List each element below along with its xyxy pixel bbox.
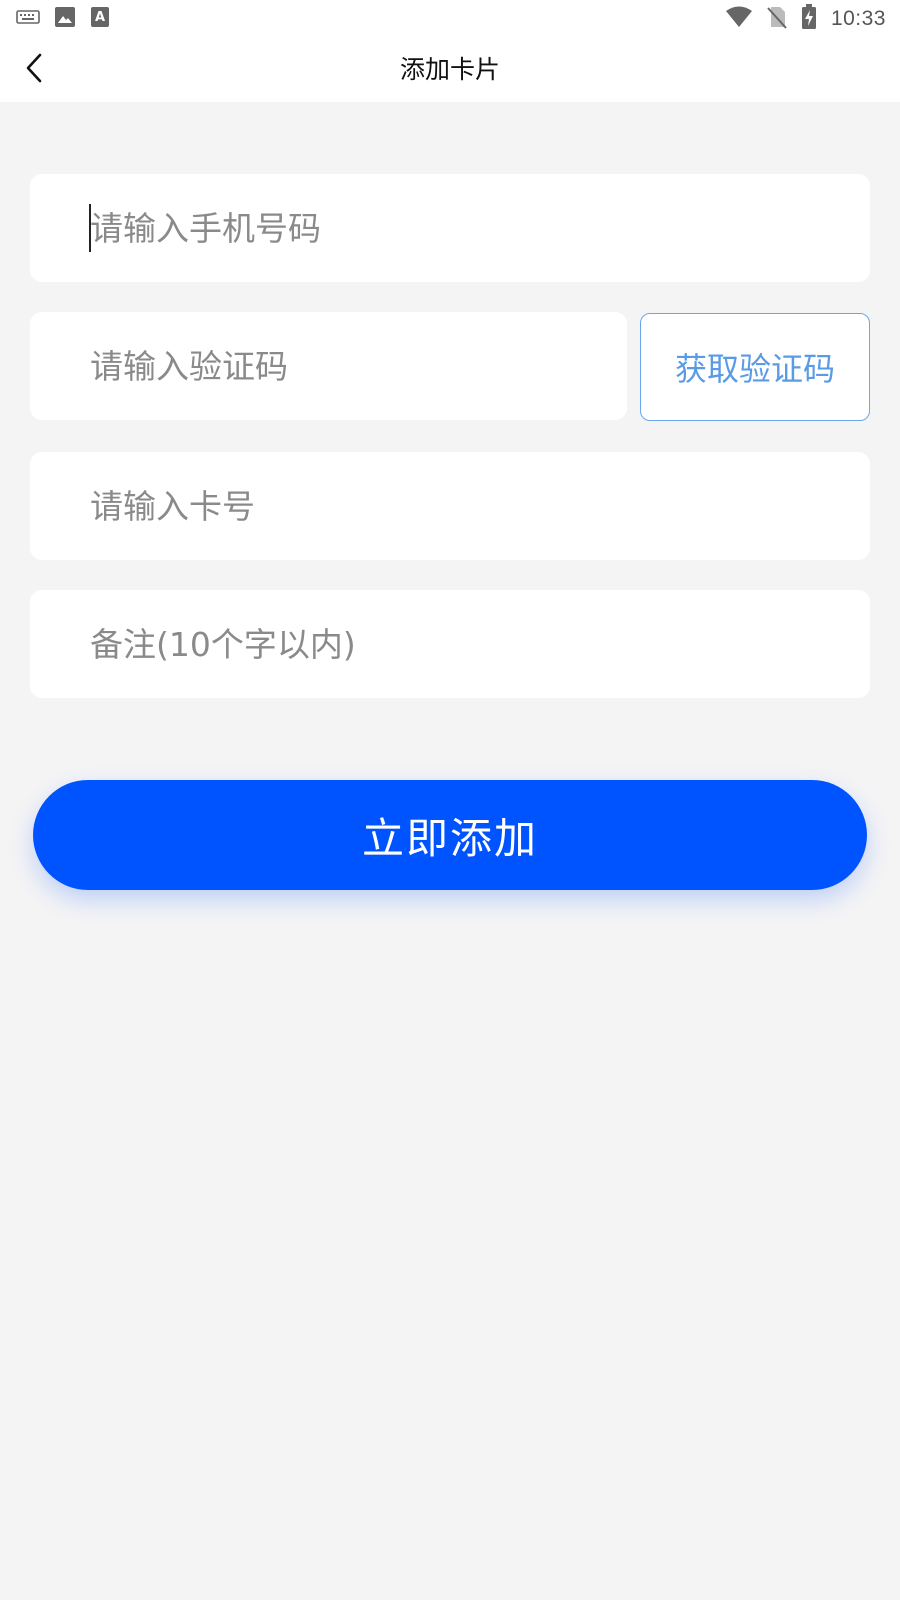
status-time: 10:33 <box>830 7 886 30</box>
text-caret <box>89 204 91 252</box>
get-code-button[interactable]: 获取验证码 <box>640 313 870 421</box>
no-sim-icon <box>767 5 787 33</box>
card-number-field[interactable] <box>30 452 870 560</box>
phone-input[interactable] <box>30 174 870 282</box>
navbar: 添加卡片 <box>0 38 900 102</box>
status-left-icons: A <box>16 6 110 32</box>
phone-field[interactable] <box>30 174 870 282</box>
image-icon <box>54 6 76 32</box>
card-number-input[interactable] <box>30 452 870 560</box>
wifi-icon <box>725 6 753 32</box>
battery-charging-icon <box>801 4 817 34</box>
keyboard-icon <box>16 9 40 29</box>
remark-field[interactable] <box>30 590 870 698</box>
status-right-icons: 10:33 <box>725 4 886 34</box>
page-title: 添加卡片 <box>399 55 500 84</box>
svg-text:A: A <box>95 10 105 25</box>
add-now-button[interactable]: 立即添加 <box>33 780 867 890</box>
font-icon: A <box>90 6 110 32</box>
code-input[interactable] <box>30 312 627 420</box>
code-field[interactable] <box>30 312 627 420</box>
remark-input[interactable] <box>30 590 870 698</box>
status-bar: A 10:33 <box>0 0 900 38</box>
